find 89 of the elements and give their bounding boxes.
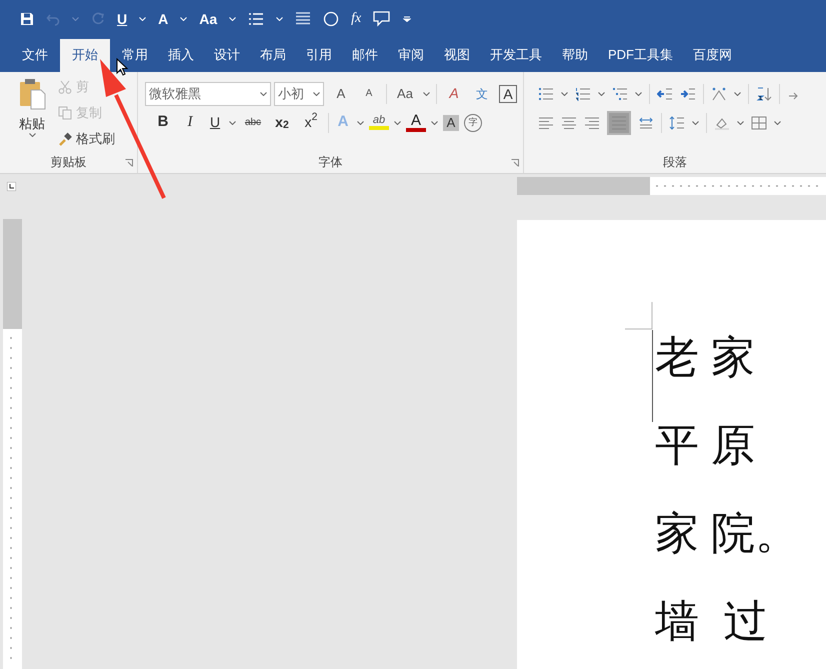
ribbon-tab[interactable]: 开发工具 (482, 38, 550, 72)
bullet-list-icon[interactable] (248, 12, 264, 26)
caret-icon[interactable] (313, 92, 320, 96)
grow-font-button[interactable]: A (330, 84, 352, 104)
paste-button[interactable]: 粘贴 (14, 78, 50, 151)
caret-icon[interactable] (734, 92, 741, 96)
font-size-dropdown[interactable]: 小初 (274, 82, 324, 106)
align-left-icon[interactable] (538, 116, 554, 130)
caret-icon[interactable] (431, 120, 438, 125)
caret-icon[interactable] (635, 92, 642, 96)
shrink-font-button[interactable]: A (358, 86, 380, 102)
group-label: 段落 (663, 154, 687, 171)
caret-icon[interactable] (423, 92, 430, 96)
document-text: 墙 过 (655, 596, 768, 648)
caret-icon[interactable] (229, 120, 236, 125)
ribbon-tab[interactable]: 引用 (298, 38, 340, 72)
highlight-button[interactable]: ab (369, 115, 389, 130)
caret-icon[interactable] (692, 120, 699, 125)
group-label: 剪贴板 (50, 154, 86, 171)
ribbon-tab[interactable]: 百度网 (685, 38, 740, 72)
bold-button[interactable]: B (152, 111, 174, 134)
font-color-button[interactable]: A (406, 113, 426, 132)
justify-icon[interactable] (295, 12, 312, 26)
align-right-icon[interactable] (584, 116, 600, 130)
align-center-icon[interactable] (561, 116, 577, 130)
increase-indent-icon[interactable] (680, 86, 696, 101)
caret-icon[interactable] (598, 92, 605, 96)
superscript-button[interactable]: x$^{2}$ (299, 112, 323, 134)
circle-icon[interactable] (323, 10, 340, 27)
chinese-layout-icon[interactable] (711, 86, 727, 101)
toolbar-button[interactable]: A (158, 12, 168, 26)
character-border-button[interactable]: A (499, 84, 517, 103)
document-text: 家 院。 (655, 508, 800, 560)
comment-icon[interactable] (373, 10, 392, 27)
sort-icon[interactable] (756, 86, 772, 101)
toolbar-button[interactable]: fx (351, 12, 362, 26)
phonetic-guide-button[interactable]: 文 (471, 84, 493, 103)
shading-icon[interactable] (714, 116, 730, 130)
decrease-indent-icon[interactable] (657, 86, 673, 101)
caret-icon[interactable] (357, 120, 364, 125)
caret-icon[interactable] (774, 120, 781, 125)
ribbon-tab[interactable]: 开始 (60, 38, 110, 72)
italic-button[interactable]: I (179, 111, 201, 134)
dialog-launcher-icon[interactable] (511, 158, 519, 167)
tab-stop-icon[interactable] (6, 182, 16, 191)
caret-icon[interactable] (260, 92, 267, 96)
format-painter-button[interactable]: 格式刷 (58, 128, 115, 151)
group-label: 字体 (318, 154, 342, 171)
ribbon-tab[interactable]: 常用 (114, 38, 156, 72)
font-name-dropdown[interactable]: 微软雅黑 (145, 82, 271, 106)
format-painter-icon (58, 132, 72, 146)
enclose-characters-button[interactable]: 字 (464, 114, 482, 132)
toolbar-button[interactable]: U (117, 12, 128, 26)
clear-formatting-button[interactable]: A (443, 83, 465, 104)
ribbon-tab[interactable]: PDF工具集 (600, 38, 681, 72)
document-text: 老 家 (655, 332, 756, 384)
clipboard-icon (17, 78, 47, 110)
justify-button[interactable] (607, 110, 631, 135)
numbering-icon[interactable] (575, 86, 591, 101)
change-case-button[interactable]: Aa (393, 84, 417, 104)
caret-icon[interactable] (561, 92, 568, 96)
character-shading-button[interactable]: A (443, 114, 459, 131)
dialog-launcher-icon[interactable] (125, 158, 133, 167)
margin-corner-mark (625, 302, 653, 330)
ribbon-tab[interactable]: 审阅 (390, 38, 432, 72)
ribbon-tab[interactable]: 设计 (206, 38, 248, 72)
save-icon[interactable] (20, 12, 34, 26)
line-spacing-icon[interactable] (669, 116, 685, 130)
subscript-button[interactable]: x$_{2}$ (270, 112, 294, 134)
ribbon-tab[interactable]: 布局 (252, 38, 294, 72)
ribbon-tab[interactable]: 邮件 (344, 38, 386, 72)
ribbon-tab[interactable]: 视图 (436, 38, 478, 72)
caret-icon[interactable] (737, 120, 744, 125)
ribbon-tab[interactable]: 插入 (160, 38, 202, 72)
copy-icon (58, 106, 72, 120)
customize-toolbar-icon[interactable] (403, 16, 412, 22)
toolbar-button[interactable]: Aa (199, 12, 218, 26)
caret-icon[interactable] (394, 120, 401, 125)
bullets-icon[interactable] (538, 86, 554, 101)
underline-button[interactable]: U (206, 112, 224, 134)
caret-icon[interactable] (28, 133, 36, 138)
ribbon-tab[interactable]: 文件 (14, 38, 56, 72)
distributed-icon[interactable] (638, 116, 654, 130)
strikethrough-button[interactable]: abc (241, 115, 265, 130)
scissors-icon (58, 80, 72, 94)
ribbon-tab[interactable]: 帮助 (554, 38, 596, 72)
borders-icon[interactable] (751, 116, 767, 130)
document-text: 平 原 (655, 420, 756, 472)
multilevel-list-icon[interactable] (612, 86, 628, 101)
